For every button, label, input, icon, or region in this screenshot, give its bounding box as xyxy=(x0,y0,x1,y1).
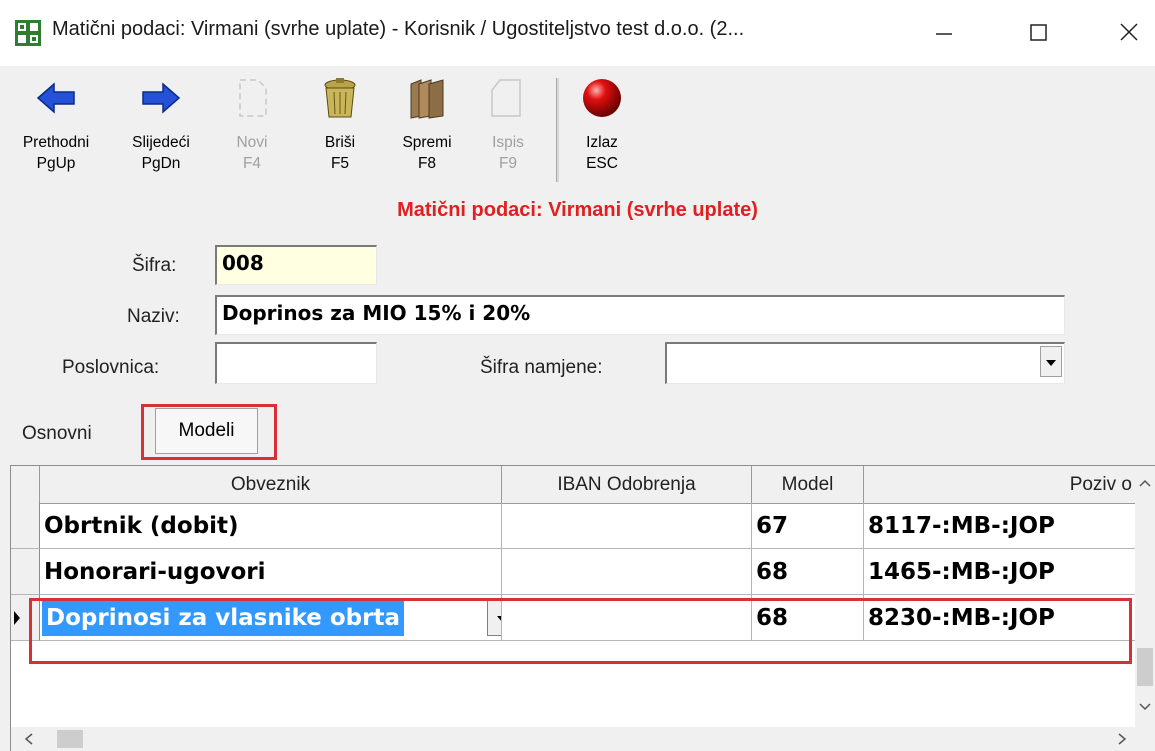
save-label: Spremi F8 xyxy=(402,134,452,172)
arrow-right-icon xyxy=(142,82,181,114)
print-button[interactable]: Ispis F9 xyxy=(478,66,538,192)
delete-button[interactable]: Briši F5 xyxy=(308,66,372,192)
header-indicator xyxy=(11,466,40,503)
cell-model[interactable]: 68 xyxy=(752,549,864,595)
header-model[interactable]: Model xyxy=(752,466,864,503)
highlight-box-row xyxy=(29,598,1132,664)
app-logo-icon xyxy=(15,20,41,46)
exit-button[interactable]: Izlaz ESC xyxy=(570,66,634,192)
naziv-label: Naziv: xyxy=(127,306,180,327)
cell-model[interactable]: 67 xyxy=(752,503,864,549)
next-label: Slijedeći PgDn xyxy=(132,134,190,172)
form-area: Šifra: 008 Naziv: Doprinos za MIO 15% i … xyxy=(0,230,1155,751)
maximize-icon[interactable] xyxy=(1015,12,1061,54)
close-icon[interactable] xyxy=(1105,12,1151,54)
toolbar-separator xyxy=(556,78,559,182)
header-iban[interactable]: IBAN Odobrenja xyxy=(502,466,752,503)
new-label: Novi F4 xyxy=(236,134,268,172)
cell-obveznik[interactable]: Honorari-ugovori xyxy=(40,549,502,595)
tab-modeli[interactable]: Modeli xyxy=(155,408,258,454)
horizontal-scrollbar[interactable] xyxy=(11,727,1136,751)
sifra-namjene-label: Šifra namjene: xyxy=(480,357,603,378)
toolbar: Prethodni PgUp Slijedeći PgDn Novi F4 Br… xyxy=(0,66,1155,192)
window-title: Matični podaci: Virmani (svrhe uplate) -… xyxy=(52,18,745,40)
row-indicator xyxy=(11,503,40,549)
chevron-down-icon[interactable] xyxy=(1040,346,1062,377)
scroll-left-icon[interactable] xyxy=(23,732,35,746)
horizontal-scroll-thumb[interactable] xyxy=(57,730,83,748)
next-button[interactable]: Slijedeći PgDn xyxy=(116,66,206,192)
header-obveznik[interactable]: Obveznik xyxy=(40,466,502,503)
cell-obveznik[interactable]: Obrtnik (dobit) xyxy=(40,503,502,549)
vertical-scrollbar[interactable] xyxy=(1135,466,1155,751)
sifra-label: Šifra: xyxy=(132,255,177,276)
new-document-icon xyxy=(239,79,267,117)
title-bar: Matični podaci: Virmani (svrhe uplate) -… xyxy=(0,0,1155,66)
grid-header: Obveznik IBAN Odobrenja Model Poziv o xyxy=(11,466,1155,504)
cell-iban[interactable] xyxy=(502,549,752,595)
folders-save-icon xyxy=(410,79,444,119)
page-heading: Matični podaci: Virmani (svrhe uplate) xyxy=(397,199,758,221)
sifra-field[interactable]: 008 xyxy=(215,245,377,285)
tab-osnovni[interactable]: Osnovni xyxy=(22,423,92,445)
cell-poziv[interactable]: 1465-:MB-:JOP xyxy=(864,549,1136,595)
delete-label: Briši F5 xyxy=(324,134,356,172)
naziv-field[interactable]: Doprinos za MIO 15% i 20% xyxy=(215,295,1065,335)
cell-iban[interactable] xyxy=(502,503,752,549)
row-indicator xyxy=(11,549,40,595)
trash-bin-icon xyxy=(324,78,356,118)
table-row[interactable]: Obrtnik (dobit) 67 8117-:MB-:JOP xyxy=(11,503,1136,549)
exit-label: Izlaz ESC xyxy=(586,134,618,172)
arrow-left-icon xyxy=(36,82,75,114)
exit-red-ball-icon xyxy=(583,79,621,117)
scroll-right-icon[interactable] xyxy=(1116,732,1128,746)
scroll-up-icon[interactable] xyxy=(1138,478,1152,488)
cell-poziv[interactable]: 8117-:MB-:JOP xyxy=(864,503,1136,549)
header-poziv[interactable]: Poziv o xyxy=(864,466,1136,503)
current-row-icon xyxy=(14,611,20,625)
poslovnica-label: Poslovnica: xyxy=(62,357,160,378)
sifra-namjene-select[interactable] xyxy=(665,342,1065,384)
previous-button[interactable]: Prethodni PgUp xyxy=(10,66,102,192)
new-button[interactable]: Novi F4 xyxy=(222,66,282,192)
minimize-icon[interactable] xyxy=(920,12,966,54)
print-icon xyxy=(491,79,521,117)
scroll-down-icon[interactable] xyxy=(1138,702,1152,712)
vertical-scroll-thumb[interactable] xyxy=(1137,648,1153,686)
save-button[interactable]: Spremi F8 xyxy=(390,66,464,192)
poslovnica-field[interactable] xyxy=(215,342,377,384)
previous-label: Prethodni PgUp xyxy=(22,134,90,172)
print-label: Ispis F9 xyxy=(492,134,524,172)
table-row[interactable]: Honorari-ugovori 68 1465-:MB-:JOP xyxy=(11,549,1136,595)
